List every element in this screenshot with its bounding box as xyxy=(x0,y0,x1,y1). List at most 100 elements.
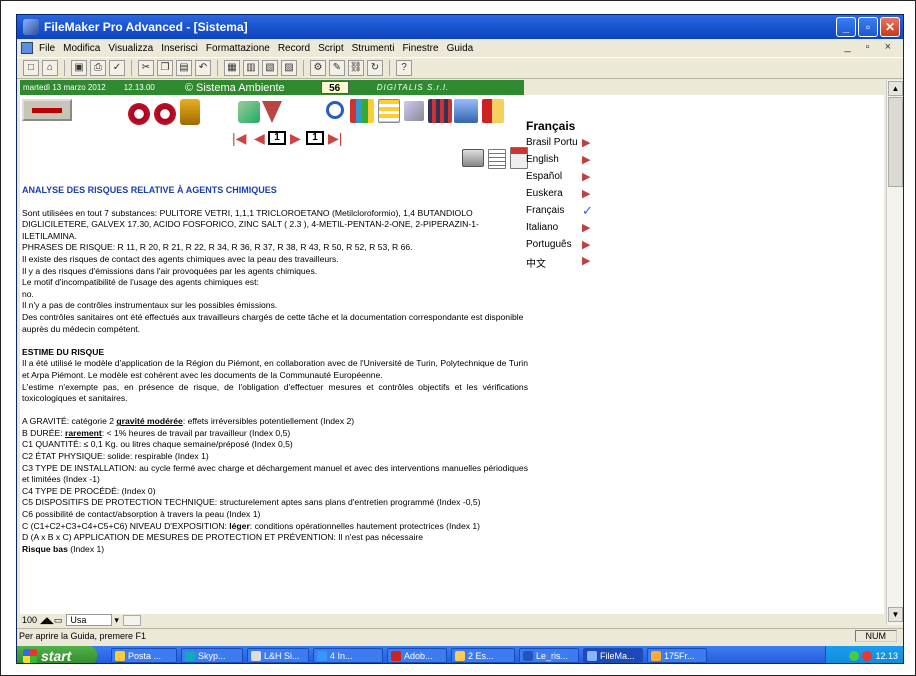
language-espanol[interactable]: Español xyxy=(526,171,562,182)
field-icon[interactable]: ▧ xyxy=(262,60,278,76)
menu-inserisci[interactable]: Inserisci xyxy=(161,43,198,54)
pdf-icon xyxy=(391,650,401,661)
menu-visualizza[interactable]: Visualizza xyxy=(108,43,153,54)
filter-icon[interactable] xyxy=(262,101,282,123)
scroll-down-icon[interactable]: ▼ xyxy=(888,607,903,622)
language-arrow-icon[interactable]: ▶ xyxy=(582,189,590,200)
language-chinese[interactable]: 中文 xyxy=(526,255,546,270)
print-icon[interactable]: ⎙ xyxy=(90,60,106,76)
help-icon[interactable]: ? xyxy=(396,60,412,76)
chart-icon[interactable]: ▨ xyxy=(281,60,297,76)
save-icon[interactable]: ▣ xyxy=(71,60,87,76)
language-arrow-icon[interactable]: ▶ xyxy=(582,256,590,267)
scroll-up-icon[interactable]: ▲ xyxy=(888,81,903,96)
menu-file[interactable]: File xyxy=(39,43,55,54)
spellcheck-icon[interactable]: ✓ xyxy=(109,60,125,76)
chart-icon[interactable] xyxy=(454,99,478,123)
menu-modifica[interactable]: Modifica xyxy=(63,43,100,54)
vertical-scrollbar[interactable]: ▲ ▼ xyxy=(886,80,903,625)
menu-record[interactable]: Record xyxy=(278,43,310,54)
language-english[interactable]: English xyxy=(526,154,559,165)
status-hint: Per aprire la Guida, premere F1 xyxy=(19,631,147,641)
task-explorer[interactable]: 2 Es... xyxy=(451,648,515,663)
document-window-controls[interactable]: _ ▫ × xyxy=(844,41,897,53)
open-icon[interactable]: ⌂ xyxy=(42,60,58,76)
layout-icon[interactable]: ▦ xyxy=(224,60,240,76)
last-record-icon[interactable]: ▶| xyxy=(328,131,342,145)
report-heading: ANALYSE DES RISQUES RELATIVE À AGENTS CH… xyxy=(22,185,277,195)
language-arrow-icon[interactable]: ▶ xyxy=(582,223,590,234)
undo-icon[interactable]: ↶ xyxy=(195,60,211,76)
skype-icon xyxy=(185,650,195,661)
scroll-thumb[interactable] xyxy=(888,97,903,187)
help-circle-icon[interactable] xyxy=(128,103,150,125)
first-record-icon[interactable]: |◀ xyxy=(232,131,246,145)
text-document-icon[interactable] xyxy=(488,149,506,169)
menu-formattazione[interactable]: Formattazione xyxy=(206,43,270,54)
zoom-controls-icon[interactable]: ◢◣▭ xyxy=(40,615,62,626)
skin-contact-line: C6 possibilité de contact/absorption à t… xyxy=(22,509,261,520)
close-button[interactable]: ✕ xyxy=(880,17,900,37)
current-page-field[interactable]: 1 xyxy=(268,131,286,145)
menu-strumenti[interactable]: Strumenti xyxy=(352,43,395,54)
language-arrow-icon[interactable]: ▶ xyxy=(582,155,590,166)
archive-icon[interactable] xyxy=(180,99,200,125)
books-icon[interactable] xyxy=(350,99,374,123)
menu-guida[interactable]: Guida xyxy=(447,43,474,54)
clock: 12.13 xyxy=(875,650,898,661)
copy-icon[interactable]: ❐ xyxy=(157,60,173,76)
envelope-icon[interactable] xyxy=(404,101,424,121)
exit-icon[interactable] xyxy=(482,99,504,123)
paste-icon[interactable]: ▤ xyxy=(176,60,192,76)
printer-icon[interactable] xyxy=(462,149,484,167)
film-icon[interactable] xyxy=(428,99,452,123)
language-brasil[interactable]: Brasil Portu xyxy=(526,137,578,148)
menu-finestre[interactable]: Finestre xyxy=(402,43,438,54)
current-time: 12.13.00 xyxy=(123,83,155,92)
tools-icon[interactable] xyxy=(238,101,260,123)
title-bar[interactable]: FileMaker Pro Advanced - [Sistema] _ ▫ ✕ xyxy=(17,15,903,39)
zoom-level[interactable]: 100 xyxy=(22,615,37,625)
task-175fr[interactable]: 175Fr... xyxy=(647,648,707,663)
language-francais[interactable]: Français xyxy=(526,205,564,216)
task-lh[interactable]: L&H Si... xyxy=(247,648,309,663)
back-button[interactable] xyxy=(22,99,72,121)
mode-select[interactable]: Usa xyxy=(66,614,113,626)
minimize-button[interactable]: _ xyxy=(836,17,856,37)
mail-icon xyxy=(115,650,125,661)
menu-script[interactable]: Script xyxy=(318,43,344,54)
language-arrow-icon[interactable]: ▶ xyxy=(582,240,590,251)
cut-icon[interactable]: ✂ xyxy=(138,60,154,76)
task-word[interactable]: Le_ris... xyxy=(519,648,579,663)
script-icon[interactable]: ✎ xyxy=(329,60,345,76)
list-icon[interactable] xyxy=(378,99,400,123)
new-icon[interactable]: □ xyxy=(23,60,39,76)
info-circle-icon[interactable] xyxy=(154,103,176,125)
search-icon[interactable] xyxy=(326,101,344,119)
language-portugues[interactable]: Português xyxy=(526,239,572,250)
prev-record-icon[interactable]: ◀ xyxy=(254,131,265,145)
language-arrow-icon[interactable]: ▶ xyxy=(582,138,590,149)
network-icon[interactable] xyxy=(849,650,860,661)
gravity-value: gravité modérée xyxy=(116,416,183,427)
horizontal-scroll-left[interactable] xyxy=(122,614,141,626)
tool-icon[interactable]: ⚙ xyxy=(310,60,326,76)
language-arrow-icon[interactable]: ▶ xyxy=(582,172,590,183)
task-posta[interactable]: Posta ... xyxy=(111,648,177,663)
task-ie[interactable]: 4 In... xyxy=(313,648,383,663)
chevron-down-icon[interactable]: ▾ xyxy=(114,615,119,626)
next-record-icon[interactable]: ▶ xyxy=(290,131,301,145)
sync-icon[interactable]: ↻ xyxy=(367,60,383,76)
language-euskera[interactable]: Euskera xyxy=(526,188,563,199)
maximize-button[interactable]: ▫ xyxy=(858,17,878,37)
link-icon[interactable]: ⛓ xyxy=(348,60,364,76)
security-icon[interactable] xyxy=(862,650,873,661)
task-adobe[interactable]: Adob... xyxy=(387,648,447,663)
task-filemaker[interactable]: FileMa... xyxy=(583,648,643,663)
task-skype[interactable]: Skyp... xyxy=(181,648,243,663)
num-lock-indicator: NUM xyxy=(854,630,897,642)
language-italiano[interactable]: Italiano xyxy=(526,222,558,233)
start-button[interactable]: start xyxy=(17,646,97,663)
table-icon[interactable]: ▥ xyxy=(243,60,259,76)
document-icon[interactable] xyxy=(21,42,33,54)
